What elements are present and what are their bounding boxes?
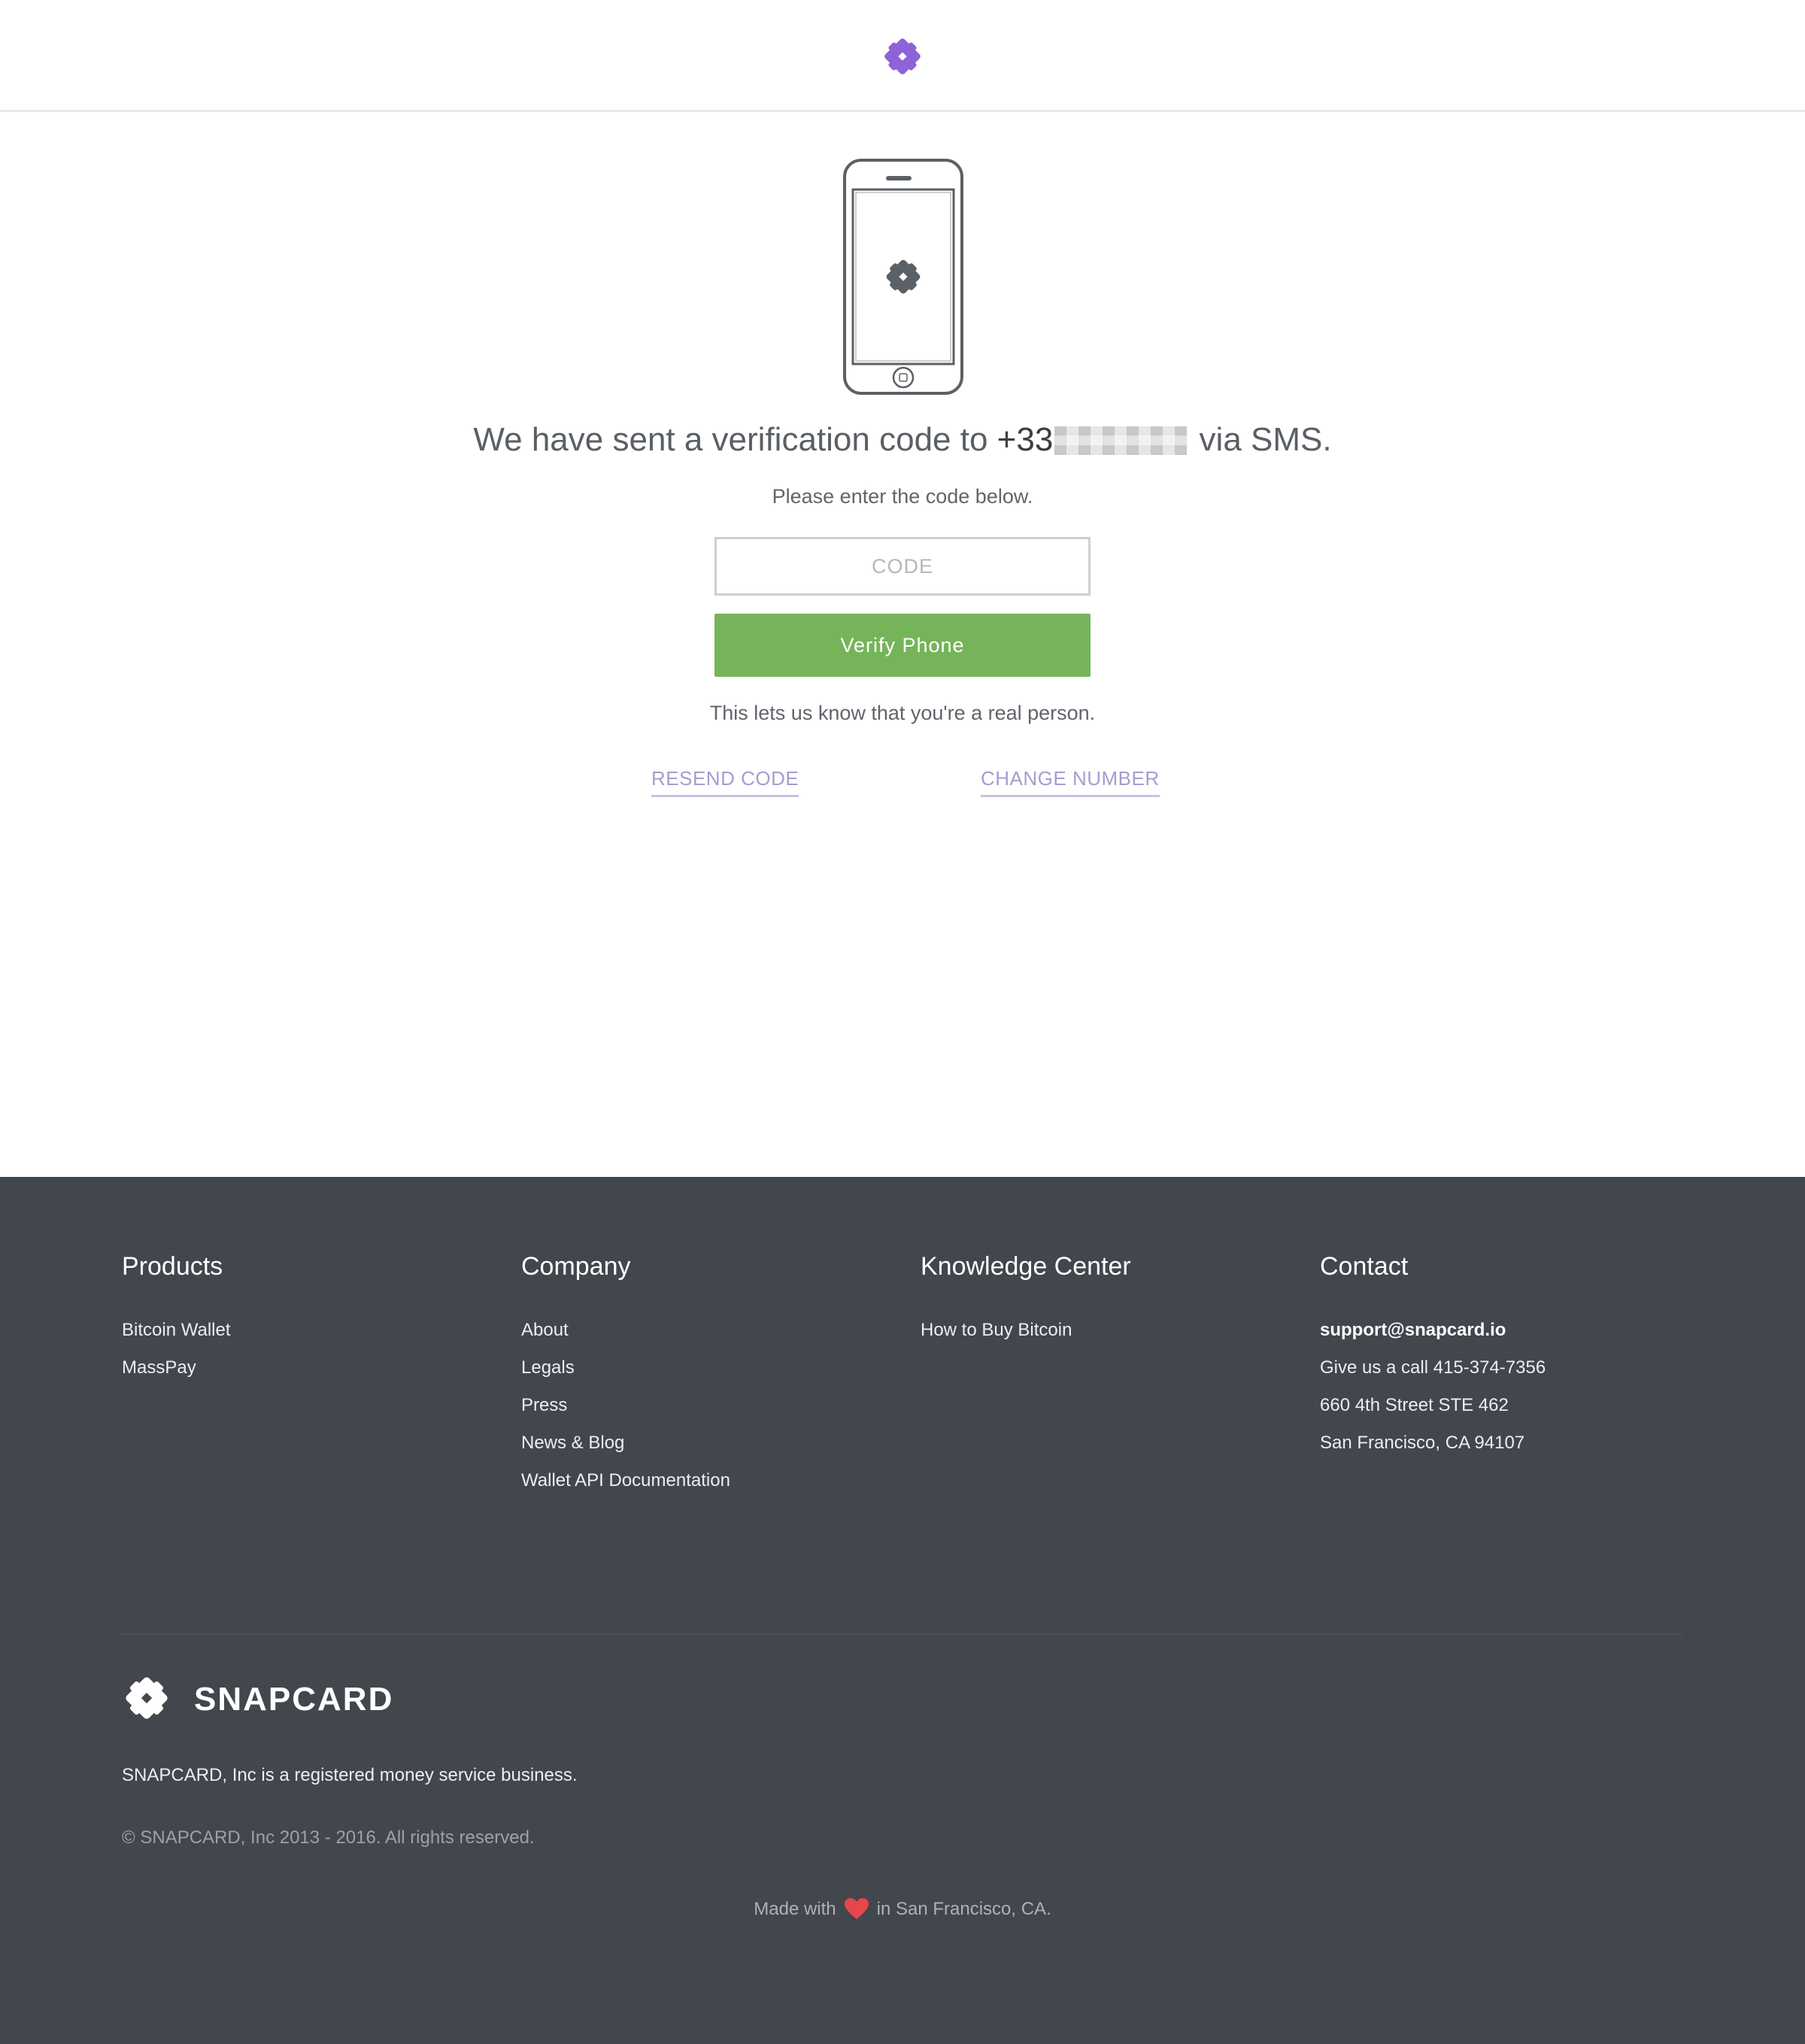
footer-link-bitcoin-wallet[interactable]: Bitcoin Wallet xyxy=(122,1312,231,1349)
change-number-link[interactable]: CHANGE NUMBER xyxy=(981,767,1160,797)
made-with-suffix: in San Francisco, CA. xyxy=(876,1899,1051,1919)
footer-column-company: Company About Legals Press News & Blog W… xyxy=(521,1252,730,1500)
footer-column-contact: Contact support@snapcard.io Give us a ca… xyxy=(1320,1252,1546,1462)
footer-contact-address-street: 660 4th Street STE 462 xyxy=(1320,1395,1509,1415)
footer-link-legals[interactable]: Legals xyxy=(521,1349,730,1387)
footer-link-wallet-api-docs[interactable]: Wallet API Documentation xyxy=(521,1462,730,1500)
registered-business-text: SNAPCARD, Inc is a registered money serv… xyxy=(122,1765,578,1785)
real-person-note: This lets us know that you're a real per… xyxy=(709,702,1096,724)
footer-contact-address-city: San Francisco, CA 94107 xyxy=(1320,1433,1525,1453)
copyright-text: © SNAPCARD, Inc 2013 - 2016. All rights … xyxy=(122,1827,535,1848)
footer-link-press[interactable]: Press xyxy=(521,1387,730,1424)
footer-heading-company: Company xyxy=(521,1252,631,1281)
instruction-text: Please enter the code below. xyxy=(772,485,1033,508)
made-with-prefix: Made with xyxy=(754,1899,836,1919)
verify-phone-button[interactable]: Verify Phone xyxy=(714,614,1091,677)
headline-suffix: via SMS. xyxy=(1199,421,1332,458)
footer: Products Bitcoin Wallet MassPay Company … xyxy=(0,1177,1805,2044)
heart-icon xyxy=(844,1898,869,1919)
footer-contact-phone: Give us a call 415-374-7356 xyxy=(1320,1357,1546,1378)
code-input[interactable] xyxy=(714,537,1091,596)
snapcard-logo-icon xyxy=(126,1677,168,1719)
footer-link-masspay[interactable]: MassPay xyxy=(122,1349,231,1387)
footer-divider xyxy=(122,1633,1683,1635)
footer-link-about[interactable]: About xyxy=(521,1312,730,1349)
footer-link-news-blog[interactable]: News & Blog xyxy=(521,1424,730,1462)
phone-number-prefix: +33 xyxy=(997,421,1054,458)
footer-link-how-to-buy-bitcoin[interactable]: How to Buy Bitcoin xyxy=(921,1312,1131,1349)
top-bar xyxy=(0,0,1805,112)
footer-brand-name: SNAPCARD xyxy=(194,1681,394,1718)
made-with-text: Made with in San Francisco, CA. xyxy=(0,1897,1805,1920)
masked-phone-digits xyxy=(1054,426,1188,455)
phone-icon xyxy=(843,159,963,395)
footer-heading-contact: Contact xyxy=(1320,1252,1409,1281)
snapcard-logo-icon[interactable] xyxy=(881,35,924,77)
footer-heading-knowledge-center: Knowledge Center xyxy=(921,1252,1131,1281)
headline-prefix: We have sent a verification code to xyxy=(473,421,988,458)
footer-column-knowledge-center: Knowledge Center How to Buy Bitcoin xyxy=(921,1252,1131,1349)
footer-contact-email[interactable]: support@snapcard.io xyxy=(1320,1312,1546,1349)
footer-heading-products: Products xyxy=(122,1252,223,1281)
footer-column-products: Products Bitcoin Wallet MassPay xyxy=(122,1252,231,1387)
resend-code-link[interactable]: RESEND CODE xyxy=(651,767,799,797)
verification-headline: We have sent a verification code to +33 … xyxy=(0,421,1805,459)
